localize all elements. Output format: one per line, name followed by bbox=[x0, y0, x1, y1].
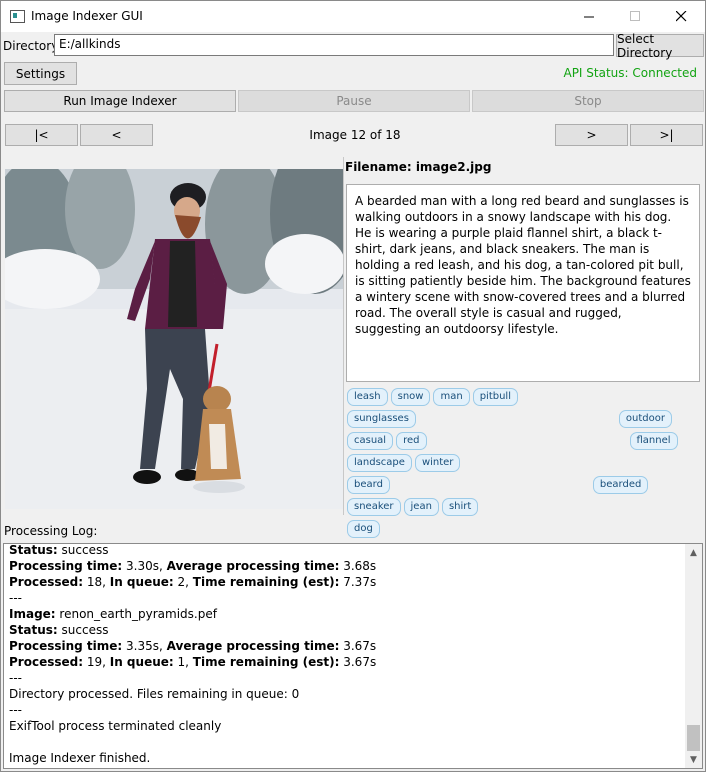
tag-chip[interactable]: sunglasses bbox=[347, 410, 416, 428]
log-line: --- bbox=[9, 671, 22, 685]
log-line: --- bbox=[9, 591, 22, 605]
tag-chip[interactable]: outdoor bbox=[618, 410, 672, 428]
tag-chip[interactable]: leash bbox=[347, 388, 388, 406]
title-bar: Image Indexer GUI bbox=[1, 1, 705, 32]
app-icon bbox=[10, 10, 25, 23]
image-details-panel: Filename: image2.jpg A bearded man with … bbox=[344, 157, 703, 538]
stop-button[interactable]: Stop bbox=[472, 90, 704, 112]
image-preview-panel bbox=[3, 157, 344, 515]
tag-chip[interactable]: winter bbox=[414, 454, 461, 472]
photo-illustration bbox=[5, 169, 343, 509]
scroll-thumb[interactable] bbox=[687, 725, 700, 751]
log-line: Image Indexer finished. bbox=[9, 751, 151, 765]
processing-log[interactable]: Status: success Processing time: 3.30s, … bbox=[3, 543, 703, 769]
log-line: Processing time: 3.30s, Average processi… bbox=[9, 559, 377, 573]
previous-image-button[interactable]: < bbox=[80, 124, 153, 146]
description-textbox[interactable]: A bearded man with a long red beard and … bbox=[346, 184, 700, 382]
tag-chip[interactable]: red bbox=[396, 432, 427, 450]
log-scrollbar[interactable]: ▲ ▼ bbox=[685, 544, 702, 768]
tag-chip[interactable]: pitbull bbox=[472, 388, 518, 406]
log-line: Directory processed. Files remaining in … bbox=[9, 687, 300, 701]
maximize-button[interactable] bbox=[612, 1, 658, 32]
tag-chip[interactable]: bearded bbox=[592, 476, 649, 494]
log-line: --- bbox=[9, 703, 22, 717]
log-line: Processed: 18, In queue: 2, Time remaini… bbox=[9, 575, 377, 589]
log-line: Processing time: 3.35s, Average processi… bbox=[9, 639, 377, 653]
log-line: Image: renon_earth_pyramids.pef bbox=[9, 607, 217, 621]
tag-chip[interactable]: sneaker bbox=[347, 498, 401, 516]
maximize-icon bbox=[629, 11, 640, 21]
image-preview bbox=[5, 169, 343, 509]
tag-chip[interactable]: casual bbox=[347, 432, 394, 450]
first-image-button[interactable]: |< bbox=[5, 124, 78, 146]
log-line: ExifTool process terminated cleanly bbox=[9, 719, 222, 733]
tag-chip[interactable]: landscape bbox=[347, 454, 412, 472]
api-status: API Status: Connected bbox=[563, 66, 697, 80]
tag-chip[interactable]: jean bbox=[403, 498, 439, 516]
log-line: Processed: 19, In queue: 1, Time remaini… bbox=[9, 655, 377, 669]
settings-button[interactable]: Settings bbox=[4, 62, 77, 85]
log-line: Status: success bbox=[9, 623, 109, 637]
window-title: Image Indexer GUI bbox=[31, 9, 143, 23]
tag-list: leash snow man pitbull sunglasses outdoo… bbox=[347, 388, 692, 538]
tag-chip[interactable]: flannel bbox=[629, 432, 678, 450]
tag-chip[interactable]: dog bbox=[347, 520, 380, 538]
log-line: Status: success bbox=[9, 543, 109, 557]
last-image-button[interactable]: >| bbox=[630, 124, 703, 146]
scroll-down-icon[interactable]: ▼ bbox=[685, 751, 702, 768]
minimize-icon bbox=[583, 16, 594, 18]
pause-button[interactable]: Pause bbox=[238, 90, 470, 112]
select-directory-button[interactable]: Select Directory bbox=[616, 32, 704, 60]
app-window: Image Indexer GUI Directory: E:/allkinds… bbox=[0, 0, 706, 772]
next-image-button[interactable]: > bbox=[555, 124, 628, 146]
processing-log-label: Processing Log: bbox=[4, 524, 98, 538]
tag-chip[interactable]: snow bbox=[390, 388, 431, 406]
scroll-up-icon[interactable]: ▲ bbox=[685, 544, 702, 561]
log-content: Status: success Processing time: 3.30s, … bbox=[9, 543, 684, 766]
minimize-button[interactable] bbox=[566, 1, 612, 32]
close-button[interactable] bbox=[658, 1, 704, 32]
directory-input[interactable]: E:/allkinds bbox=[54, 34, 614, 56]
run-indexer-button[interactable]: Run Image Indexer bbox=[4, 90, 236, 112]
close-icon bbox=[675, 11, 686, 22]
tag-chip[interactable]: man bbox=[433, 388, 470, 406]
directory-label: Directory: bbox=[3, 39, 62, 53]
tag-chip[interactable]: beard bbox=[347, 476, 390, 494]
tag-chip[interactable]: shirt bbox=[441, 498, 479, 516]
image-position-label: Image 12 of 18 bbox=[309, 128, 401, 142]
filename-label: Filename: image2.jpg bbox=[345, 160, 492, 174]
